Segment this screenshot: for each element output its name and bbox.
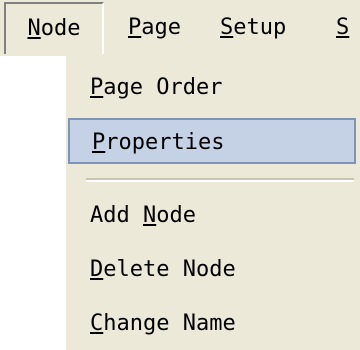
delete-node-mnemonic: D (90, 257, 104, 282)
menu-setup-label: etup (233, 15, 287, 40)
menu-bar: Node Page Setup S (0, 0, 360, 56)
menu-s-truncated[interactable]: S (336, 0, 349, 56)
menu-page-mnemonic: P (128, 15, 142, 40)
page-order-mnemonic: P (90, 75, 104, 100)
menu-item-delete-node[interactable]: Delete Node (68, 248, 360, 292)
menu-page[interactable]: Page (128, 0, 181, 56)
menu-page-label: age (141, 15, 181, 40)
menu-item-add-node[interactable]: Add Node (68, 194, 360, 238)
properties-label: roperties (105, 130, 225, 155)
properties-mnemonic: P (92, 130, 106, 155)
menu-node[interactable]: Node (4, 2, 104, 54)
node-dropdown-menu: Page Order Properties Add Node Delete No… (64, 56, 360, 350)
menu-node-label: ode (40, 16, 81, 41)
menu-node-mnemonic: N (27, 16, 41, 41)
menu-item-change-name[interactable]: Change Name (68, 302, 360, 346)
change-name-mnemonic: C (90, 311, 104, 336)
menu-setup-mnemonic: S (220, 15, 234, 40)
add-node-mnemonic: N (142, 203, 157, 228)
add-node-label-suffix: ode (156, 203, 196, 228)
menu-item-properties[interactable]: Properties (68, 118, 356, 164)
menu-item-page-order[interactable]: Page Order (68, 66, 360, 110)
delete-node-label: elete Node (103, 257, 236, 282)
change-name-label: hange Name (103, 311, 236, 336)
menu-s-mnemonic: S (336, 15, 350, 40)
page-order-label: age Order (103, 75, 223, 100)
menu-separator (86, 178, 354, 182)
add-node-label-prefix: Add (90, 203, 143, 228)
menu-setup[interactable]: Setup (220, 0, 286, 56)
